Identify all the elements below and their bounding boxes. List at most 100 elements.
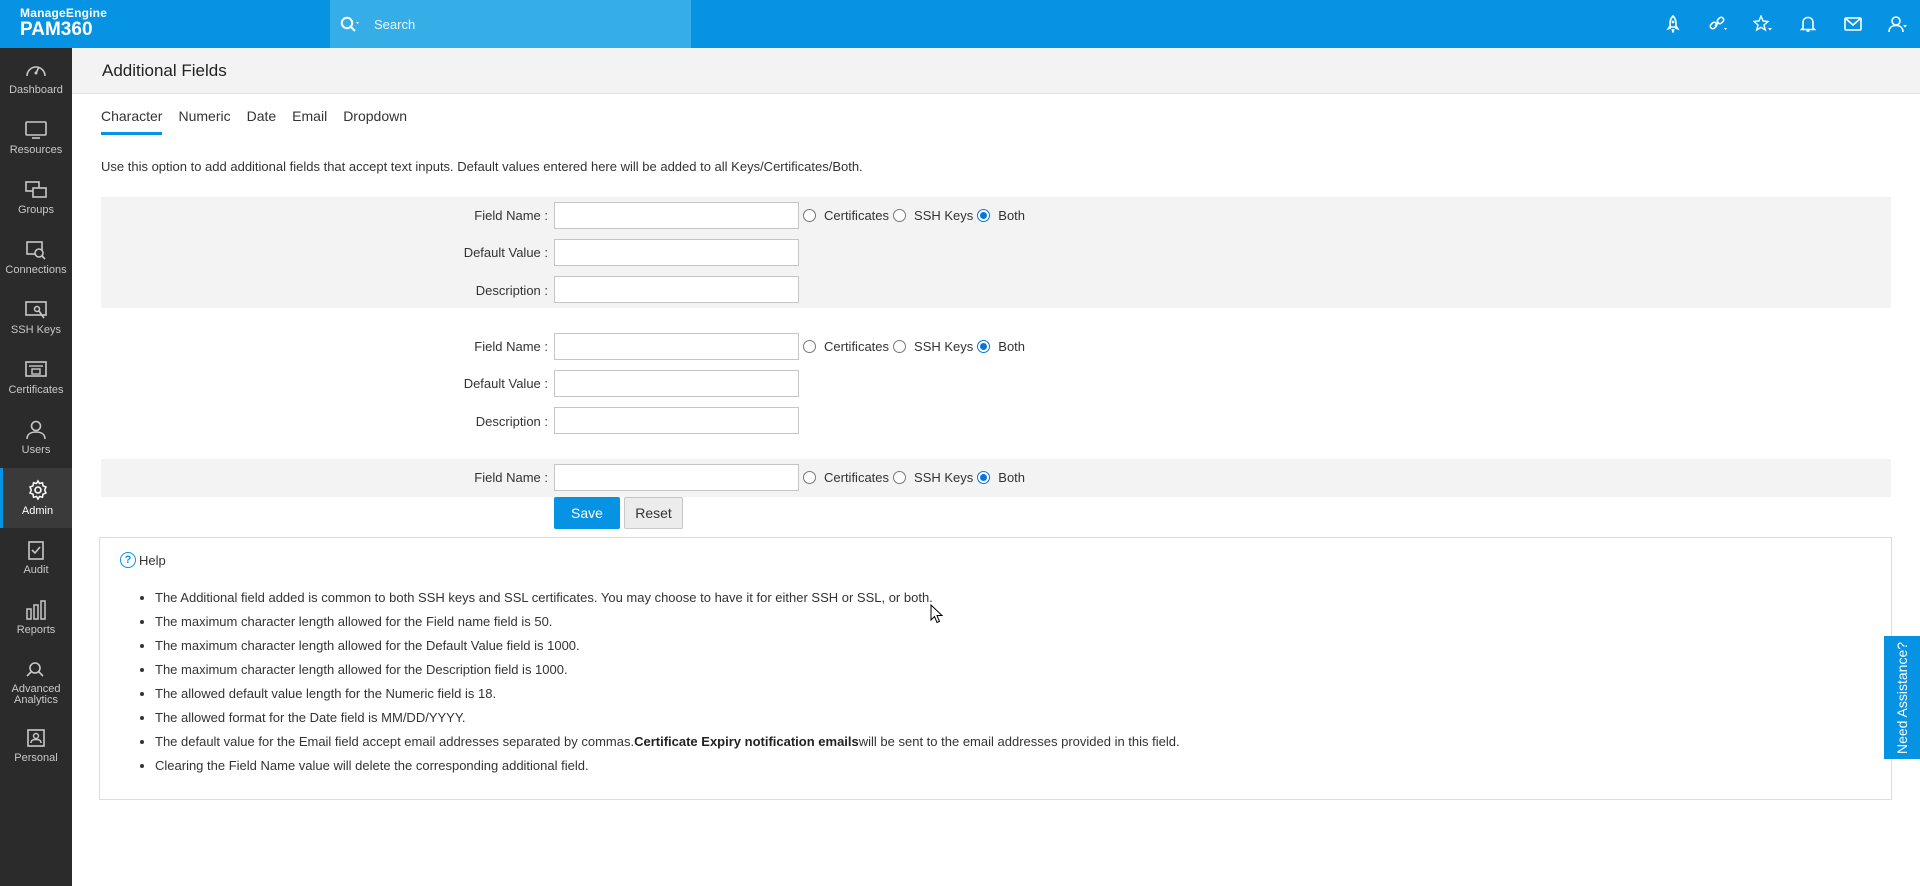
description-label: Description :	[475, 414, 548, 429]
user-icon[interactable]	[1875, 0, 1920, 48]
brand-company: ManageEngine	[20, 6, 108, 20]
ssh-keys-icon	[25, 301, 47, 319]
sidebar-item-audit[interactable]: Audit	[0, 528, 72, 588]
search-input[interactable]	[374, 16, 654, 32]
sidebar-item-label: Users	[21, 444, 51, 456]
description-input-2[interactable]	[554, 407, 799, 434]
radio-label: SSH Keys	[914, 208, 974, 223]
radio-ssh-keys[interactable]	[893, 471, 907, 484]
logo[interactable]: ManageEngine PAM360	[0, 0, 330, 48]
field-name-label: Field Name :	[474, 208, 548, 223]
sidebar-item-dashboard[interactable]: Dashboard	[0, 48, 72, 108]
tab-bar: Character Numeric Date Email Dropdown	[101, 108, 423, 135]
radio-certificates[interactable]	[803, 340, 816, 353]
field-name-label: Field Name :	[474, 470, 548, 485]
field-name-label: Field Name :	[474, 339, 548, 354]
link-settings-icon[interactable]	[1695, 0, 1740, 48]
help-item: The allowed format for the Date field is…	[155, 706, 1180, 730]
tab-numeric[interactable]: Numeric	[178, 108, 230, 135]
need-assistance-label: Need Assistance?	[1894, 641, 1911, 754]
dashboard-icon	[26, 66, 46, 77]
personal-icon	[27, 729, 45, 747]
tab-date[interactable]: Date	[247, 108, 277, 135]
help-header: ? Help	[120, 552, 166, 568]
sidebar-item-connections[interactable]: Connections	[0, 228, 72, 288]
radio-both[interactable]	[977, 209, 991, 222]
radio-both[interactable]	[977, 471, 991, 484]
star-icon[interactable]	[1740, 0, 1785, 48]
sidebar-item-groups[interactable]: Groups	[0, 168, 72, 228]
sidebar-item-certificates[interactable]: Certificates	[0, 348, 72, 408]
radio-certificates[interactable]	[803, 471, 816, 484]
help-item-email: The default value for the Email field ac…	[155, 730, 1180, 754]
search-bar[interactable]	[330, 0, 691, 48]
certificates-icon	[25, 361, 47, 377]
bell-icon[interactable]	[1785, 0, 1830, 48]
default-value-input-1[interactable]	[554, 239, 799, 266]
audit-icon	[28, 541, 44, 560]
page-header: Additional Fields	[72, 48, 1920, 94]
help-title: Help	[139, 552, 166, 568]
scope-radio-group-2: Certificates SSH Keys Both	[803, 339, 1029, 354]
help-panel: ? Help The Additional field added is com…	[99, 537, 1892, 800]
sidebar-item-label: Admin	[21, 505, 54, 517]
radio-certificates[interactable]	[803, 209, 816, 222]
reset-button[interactable]: Reset	[624, 497, 683, 529]
radio-ssh-keys[interactable]	[893, 340, 907, 353]
sidebar-item-admin[interactable]: Admin	[0, 468, 72, 528]
scope-radio-group-1: Certificates SSH Keys Both	[803, 208, 1029, 223]
help-item: The maximum character length allowed for…	[155, 658, 1180, 682]
default-value-input-2[interactable]	[554, 370, 799, 397]
monitor-icon	[25, 121, 47, 139]
need-assistance-button[interactable]: Need Assistance?	[1884, 636, 1920, 759]
rocket-icon[interactable]	[1650, 0, 1695, 48]
radio-both[interactable]	[977, 340, 991, 353]
sidebar: Dashboard Resources Groups Connections S…	[0, 48, 72, 886]
sidebar-item-label: SSH Keys	[10, 324, 62, 336]
help-icon: ?	[120, 552, 136, 568]
sidebar-item-users[interactable]: Users	[0, 408, 72, 468]
default-value-label: Default Value :	[463, 245, 548, 260]
description-input-1[interactable]	[554, 276, 799, 303]
sidebar-item-label: Certificates	[8, 384, 64, 396]
gear-icon	[28, 479, 47, 501]
search-icon[interactable]	[330, 16, 370, 32]
sidebar-item-advanced-analytics[interactable]: Advanced Analytics	[0, 648, 72, 716]
mail-icon[interactable]	[1830, 0, 1875, 48]
scope-radio-group-3: Certificates SSH Keys Both	[803, 470, 1029, 485]
sidebar-item-label: Reports	[16, 624, 56, 636]
help-item: The Additional field added is common to …	[155, 586, 1180, 610]
radio-label: Both	[998, 208, 1026, 223]
analytics-icon	[26, 661, 44, 677]
help-item: Clearing the Field Name value will delet…	[155, 754, 1180, 778]
top-icons	[1650, 0, 1920, 48]
sidebar-item-label: Connections	[5, 264, 67, 276]
help-item: The allowed default value length for the…	[155, 682, 1180, 706]
sidebar-item-label: Resources	[9, 144, 63, 156]
top-bar: ManageEngine PAM360	[0, 0, 1920, 48]
groups-icon	[25, 181, 47, 198]
radio-label: Both	[998, 470, 1026, 485]
tab-email[interactable]: Email	[292, 108, 327, 135]
radio-ssh-keys[interactable]	[893, 209, 907, 222]
description-label: Description :	[475, 283, 548, 298]
field-name-input-1[interactable]	[554, 202, 799, 229]
save-button[interactable]: Save	[554, 497, 620, 529]
sidebar-item-ssh-keys[interactable]: SSH Keys	[0, 288, 72, 348]
sidebar-item-resources[interactable]: Resources	[0, 108, 72, 168]
tab-dropdown[interactable]: Dropdown	[343, 108, 407, 135]
help-item: The maximum character length allowed for…	[155, 610, 1180, 634]
sidebar-item-reports[interactable]: Reports	[0, 588, 72, 648]
page-title: Additional Fields	[102, 60, 227, 80]
tab-character[interactable]: Character	[101, 108, 163, 135]
users-icon	[26, 420, 46, 440]
field-name-input-2[interactable]	[554, 333, 799, 360]
radio-label: Certificates	[824, 470, 890, 485]
reports-icon	[26, 600, 46, 620]
field-name-input-3[interactable]	[554, 464, 799, 491]
help-item: The maximum character length allowed for…	[155, 634, 1180, 658]
radio-label: SSH Keys	[914, 470, 974, 485]
radio-label: Certificates	[824, 339, 890, 354]
radio-label: Both	[998, 339, 1026, 354]
sidebar-item-personal[interactable]: Personal	[0, 716, 72, 776]
